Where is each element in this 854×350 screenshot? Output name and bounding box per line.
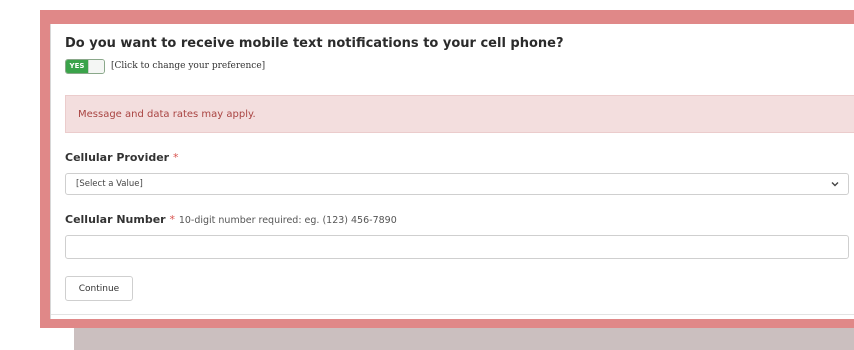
rates-alert: Message and data rates may apply. [65,95,854,133]
cellular-number-label-text: Cellular Number [65,213,166,226]
cellular-provider-label: Cellular Provider * [65,151,178,164]
notification-preferences-card: Do you want to receive mobile text notif… [50,24,854,319]
required-mark: * [172,151,179,164]
cellular-provider-selected-value: [Select a Value] [76,179,143,189]
sms-preference-toggle[interactable]: YES [65,58,105,74]
continue-button[interactable]: Continue [65,276,133,301]
toggle-state-label: YES [66,59,88,73]
preference-toggle-row: YES [Click to change your preference] [65,58,265,74]
chevron-down-icon [831,182,839,187]
cellular-number-hint: 10-digit number required: eg. (123) 456-… [178,215,397,226]
rates-alert-text: Message and data rates may apply. [78,108,256,120]
cellular-provider-select[interactable]: [Select a Value] [65,173,849,195]
required-mark: * [169,213,175,226]
cellular-number-input[interactable] [65,235,849,259]
toggle-knob [88,59,104,73]
cellular-provider-label-text: Cellular Provider [65,151,170,164]
notification-question: Do you want to receive mobile text notif… [65,36,564,51]
toggle-hint: [Click to change your preference] [111,61,266,71]
card-divider [51,314,854,315]
cellular-number-label: Cellular Number * 10-digit number requir… [65,213,397,226]
